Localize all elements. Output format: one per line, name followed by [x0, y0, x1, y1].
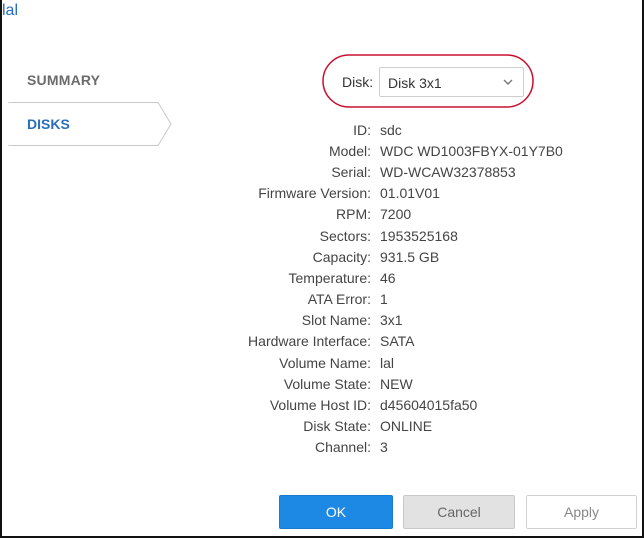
detail-row-capacity: Capacity: 931.5 GB	[0, 249, 644, 269]
detail-key: Sectors:	[319, 228, 371, 244]
detail-key: Model:	[328, 143, 371, 159]
detail-value: WD-WCAW32378853	[380, 164, 516, 180]
detail-value: 3x1	[380, 312, 403, 328]
detail-key: Disk State:	[303, 418, 371, 434]
detail-row-disk-state: Disk State: ONLINE	[0, 418, 644, 438]
ok-button[interactable]: OK	[279, 495, 393, 529]
detail-key: ATA Error:	[307, 291, 371, 307]
detail-key: RPM:	[336, 206, 371, 222]
detail-value: 1953525168	[380, 228, 458, 244]
detail-key: Slot Name:	[301, 312, 371, 328]
detail-row-id: ID: sdc	[0, 122, 644, 142]
detail-row-volume-state: Volume State: NEW	[0, 376, 644, 396]
detail-row-rpm: RPM: 7200	[0, 206, 644, 226]
detail-row-volume-name: Volume Name: lal	[0, 355, 644, 375]
detail-row-ata-error: ATA Error: 1	[0, 291, 644, 311]
detail-value: WDC WD1003FBYX-01Y7B0	[380, 143, 563, 159]
disk-select-label: Disk:	[342, 74, 374, 90]
detail-value: SATA	[380, 333, 415, 349]
detail-key: Hardware Interface:	[248, 333, 371, 349]
cancel-button[interactable]: Cancel	[403, 495, 515, 529]
detail-row-sectors: Sectors: 1953525168	[0, 228, 644, 248]
detail-key: Capacity:	[312, 249, 371, 265]
detail-value: ONLINE	[380, 418, 433, 434]
detail-value: lal	[380, 355, 395, 371]
detail-value: 3	[380, 439, 388, 455]
detail-value: d45604015fa50	[380, 397, 478, 413]
detail-row-temperature: Temperature: 46	[0, 270, 644, 290]
detail-key: Temperature:	[288, 270, 371, 286]
detail-row-model: Model: WDC WD1003FBYX-01Y7B0	[0, 143, 644, 163]
detail-row-hardware-interface: Hardware Interface: SATA	[0, 333, 644, 353]
detail-key: Volume Host ID:	[269, 397, 371, 413]
detail-row-firmware-version: Firmware Version: 01.01V01	[0, 185, 644, 205]
detail-value: 01.01V01	[380, 185, 440, 201]
detail-value: 46	[380, 270, 396, 286]
disk-selector: Disk: Disk 3x1	[322, 54, 534, 108]
detail-key: Firmware Version:	[258, 185, 371, 201]
detail-key: Channel:	[314, 439, 371, 455]
detail-value: 931.5 GB	[380, 249, 440, 265]
detail-value: 1	[380, 291, 388, 307]
detail-key: ID:	[353, 122, 371, 138]
detail-value: sdc	[380, 122, 402, 138]
detail-key: Serial:	[331, 164, 371, 180]
disk-select-value: Disk 3x1	[388, 75, 442, 91]
chevron-down-icon	[503, 79, 513, 85]
detail-row-slot-name: Slot Name: 3x1	[0, 312, 644, 332]
detail-key: Volume State:	[283, 376, 371, 392]
detail-row-channel: Channel: 3	[0, 439, 644, 459]
detail-key: Volume Name:	[279, 355, 371, 371]
window-title: lal	[2, 2, 19, 19]
detail-value: NEW	[380, 376, 413, 392]
disk-select-dropdown[interactable]: Disk 3x1	[379, 67, 524, 97]
apply-button[interactable]: Apply	[526, 495, 637, 529]
detail-value: 7200	[380, 206, 412, 222]
detail-row-serial: Serial: WD-WCAW32378853	[0, 164, 644, 184]
detail-row-volume-host-id: Volume Host ID: d45604015fa50	[0, 397, 644, 417]
nav-item-summary[interactable]: SUMMARY	[27, 72, 100, 88]
